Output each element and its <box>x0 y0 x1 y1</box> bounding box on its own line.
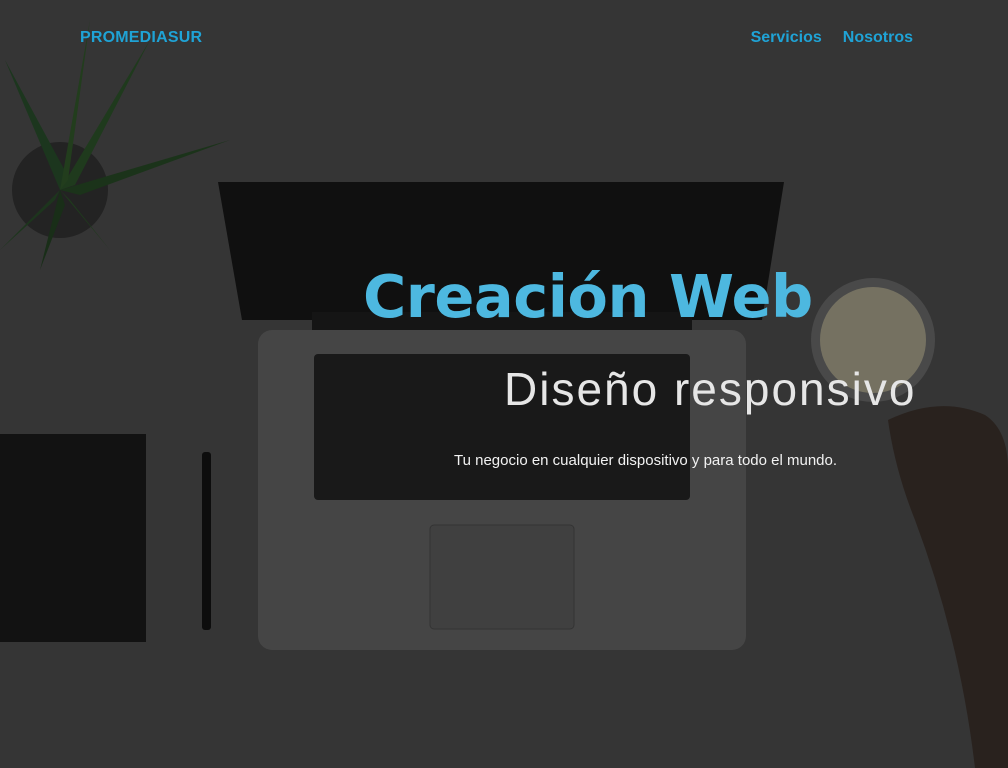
brand-link[interactable]: PROMEDIASUR <box>80 29 202 47</box>
top-navbar: PROMEDIASUR Servicios Nosotros <box>0 0 1008 78</box>
nav-links: Servicios Nosotros <box>751 29 913 47</box>
nav-link-nosotros[interactable]: Nosotros <box>843 29 913 47</box>
hero-subtitle: Diseño responsivo <box>504 363 917 415</box>
hero-title: Creación Web <box>363 262 813 331</box>
hero-section: PROMEDIASUR Servicios Nosotros Creación … <box>0 0 1008 768</box>
nav-link-servicios[interactable]: Servicios <box>751 29 822 47</box>
hero-description: Tu negocio en cualquier dispositivo y pa… <box>454 452 838 469</box>
